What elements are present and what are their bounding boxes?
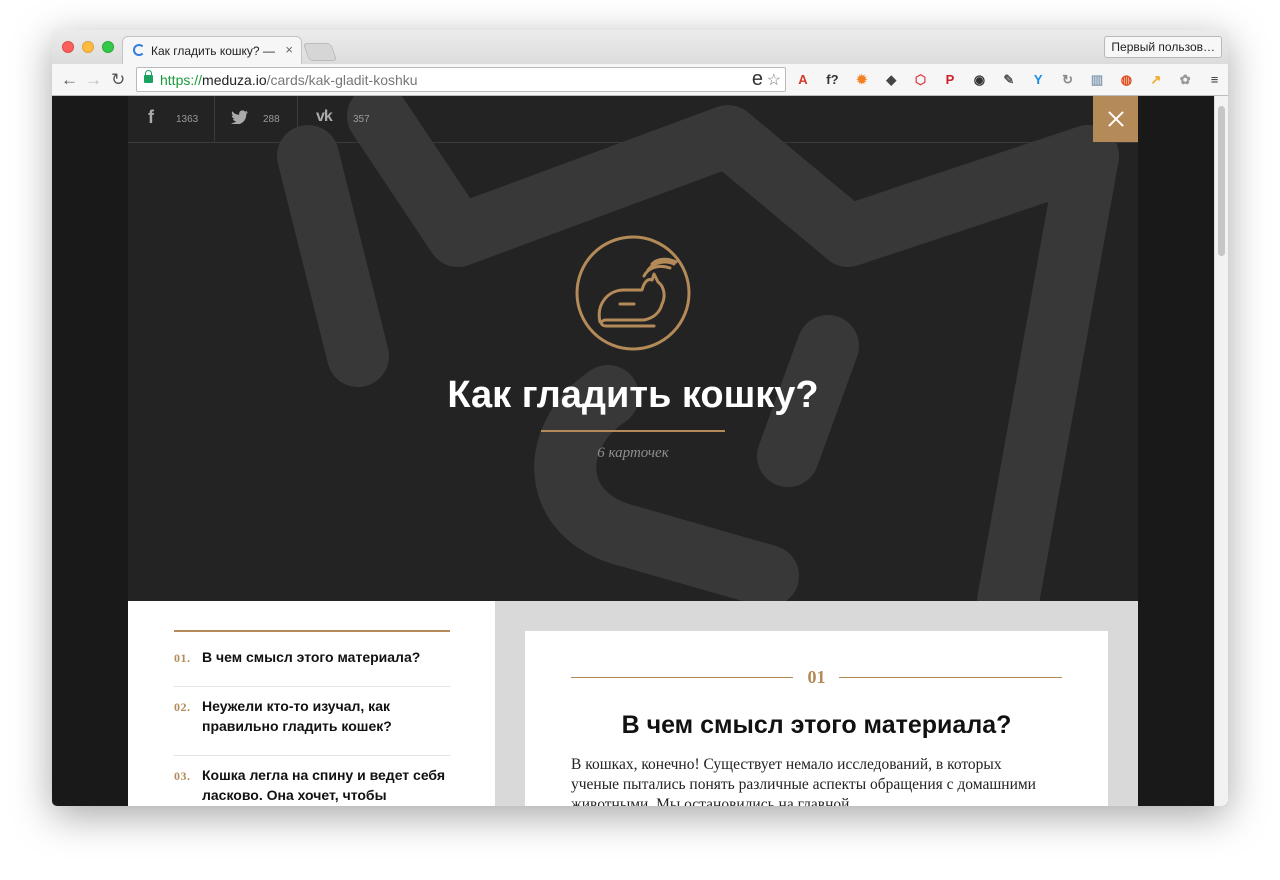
hero-section: f 1363 288 vk 357 Как гладить кошку? 6 к… xyxy=(128,96,1138,601)
twitter-count: 288 xyxy=(263,114,280,125)
tab-close-icon[interactable]: × xyxy=(285,42,293,57)
paw-icon[interactable]: ✿ xyxy=(1176,71,1194,89)
toc-item[interactable]: 03. Кошка легла на спину и ведет себя ла… xyxy=(174,765,450,806)
url-text: https://meduza.io/cards/kak-gladit-koshk… xyxy=(160,72,418,88)
twitter-icon xyxy=(231,110,249,127)
card-body-text: В кошках, конечно! Существует немало исс… xyxy=(571,756,1036,806)
hero-divider xyxy=(541,430,725,432)
toc-divider xyxy=(174,630,450,632)
toc-item-number: 01. xyxy=(174,651,191,665)
zoom-window-button[interactable] xyxy=(102,41,114,53)
back-arrow-icon[interactable]: ← xyxy=(61,70,78,90)
card-area: 01 В чем смысл этого материала? В кошках… xyxy=(495,601,1138,806)
page-viewport: f 1363 288 vk 357 Как гладить кошку? 6 к… xyxy=(52,96,1228,806)
toc-item-label: В чем смысл этого материала? xyxy=(202,649,421,665)
browser-tab[interactable]: Как гладить кошку? — Me × xyxy=(122,36,302,64)
browser-toolbar: ← → ↻ https://meduza.io/cards/kak-gladit… xyxy=(52,64,1228,96)
forward-arrow-icon[interactable]: → xyxy=(85,70,102,90)
adblock-icon[interactable]: A xyxy=(794,71,812,89)
hero-subtitle: 6 карточек xyxy=(597,445,669,461)
e-extension-icon[interactable]: e xyxy=(752,68,763,91)
browser-window: Как гладить кошку? — Me × Первый пользов… xyxy=(52,30,1228,806)
reload-icon[interactable]: ↻ xyxy=(111,70,125,90)
loading-spinner-icon xyxy=(133,44,145,56)
vk-icon: vk xyxy=(316,108,333,125)
loop-icon[interactable]: ↻ xyxy=(1059,71,1077,89)
book-icon[interactable]: ▥ xyxy=(1088,71,1106,89)
vk-share-button[interactable]: vk 357 xyxy=(298,96,386,142)
facebook-count: 1363 xyxy=(176,114,199,125)
scrollbar-thumb[interactable] xyxy=(1218,106,1225,256)
pinterest-icon[interactable]: P xyxy=(941,71,959,89)
toc-item-number: 03. xyxy=(174,769,191,783)
new-tab-button[interactable] xyxy=(302,43,338,61)
card: 01 В чем смысл этого материала? В кошках… xyxy=(525,631,1108,806)
close-window-button[interactable] xyxy=(62,41,74,53)
flame-icon[interactable]: ✹ xyxy=(853,71,871,89)
scrollbar[interactable] xyxy=(1214,96,1228,806)
rss-2m-icon[interactable]: ◍ xyxy=(1117,71,1135,89)
address-bar[interactable]: https://meduza.io/cards/kak-gladit-koshk… xyxy=(136,67,786,92)
twitter-share-button[interactable]: 288 xyxy=(215,96,298,142)
title-bar: Как гладить кошку? — Me × Первый пользов… xyxy=(52,30,1228,64)
bookmark-star-icon[interactable]: ☆ xyxy=(767,70,781,90)
chart-icon[interactable]: ↗ xyxy=(1147,71,1165,89)
y-icon[interactable]: Y xyxy=(1029,71,1047,89)
tab-title: Как гладить кошку? — Me xyxy=(151,44,279,58)
toc-item-number: 02. xyxy=(174,700,191,714)
profile-button[interactable]: Первый пользов… xyxy=(1104,36,1222,58)
vk-count: 357 xyxy=(353,114,370,125)
close-cards-button[interactable] xyxy=(1093,96,1138,142)
lens-icon[interactable]: ◉ xyxy=(970,71,988,89)
table-of-contents: 01. В чем смысл этого материала? 02. Неу… xyxy=(128,601,495,806)
menu-icon[interactable]: ≡ xyxy=(1206,71,1224,89)
facebook-icon: f xyxy=(148,107,154,127)
card-title: В чем смысл этого материала? xyxy=(621,711,1012,739)
pocket-icon[interactable]: ⬡ xyxy=(912,71,930,89)
minimize-window-button[interactable] xyxy=(82,41,94,53)
toc-item[interactable]: 02. Неужели кто-то изучал, как правильно… xyxy=(174,696,450,756)
evernote-icon[interactable]: ◆ xyxy=(882,71,900,89)
hero-title: Как гладить кошку? xyxy=(447,374,819,416)
lock-icon xyxy=(144,70,153,83)
toc-item-label: Кошка легла на спину и ведет себя ласков… xyxy=(202,767,446,803)
share-bar: f 1363 288 vk 357 xyxy=(128,96,1138,143)
eyedropper-icon[interactable]: ✎ xyxy=(1000,71,1018,89)
toc-item[interactable]: 01. В чем смысл этого материала? xyxy=(174,647,450,687)
ffont-icon[interactable]: f? xyxy=(823,71,841,89)
cat-emblem-icon xyxy=(575,235,691,351)
facebook-share-button[interactable]: f 1363 xyxy=(128,96,215,142)
card-number: 01 xyxy=(807,667,826,687)
toc-item-label: Неужели кто-то изучал, как правильно гла… xyxy=(202,698,392,734)
